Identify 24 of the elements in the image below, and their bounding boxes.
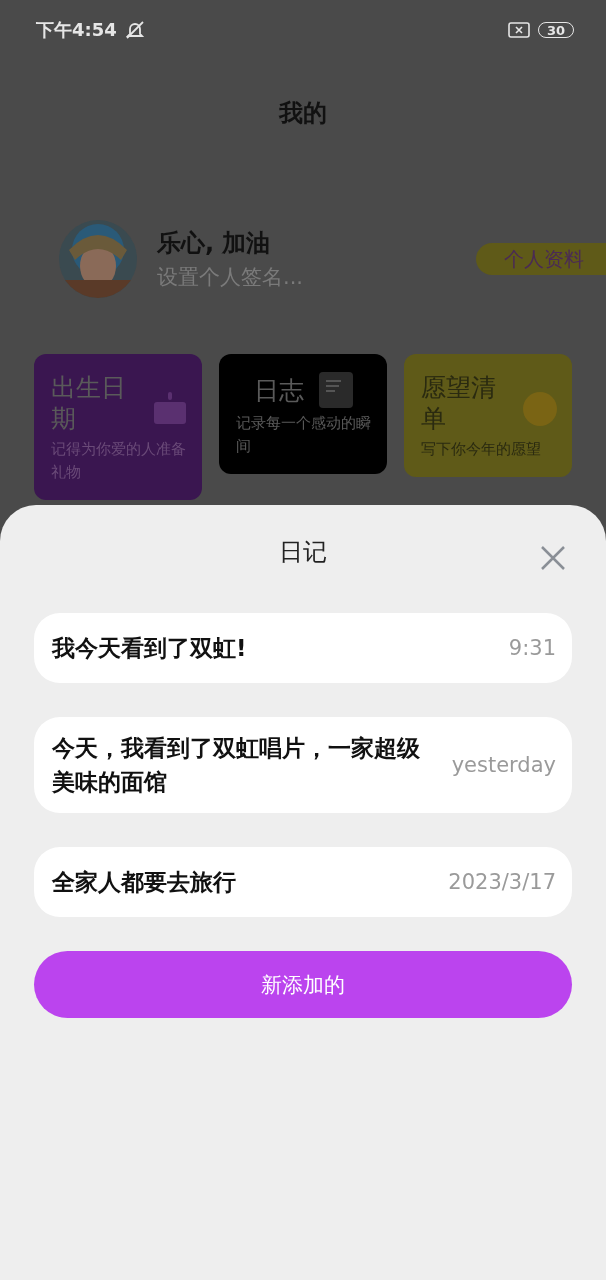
close-icon[interactable]: [540, 545, 566, 571]
entry-time: 9:31: [508, 636, 556, 660]
card-subtitle: 记录每一个感动的瞬间: [236, 413, 372, 457]
card-title: 出生日期: [51, 372, 127, 434]
note-icon: [319, 372, 353, 408]
sheet-title: 日记: [279, 537, 327, 568]
feature-card[interactable]: 日志 记录每一个感动的瞬间: [219, 354, 387, 474]
diary-entry[interactable]: 今天，我看到了双虹唱片，一家超级美味的面馆 yesterday: [34, 717, 572, 813]
close-box-icon: [508, 22, 530, 38]
page-title: 我的: [279, 98, 327, 129]
entry-text: 全家人都要去旅行: [52, 868, 237, 897]
profile-name: 乐心, 加油: [157, 228, 272, 259]
diary-entry[interactable]: 我今天看到了双虹! 9:31: [34, 613, 572, 683]
coin-icon: [522, 391, 558, 427]
diary-entry[interactable]: 全家人都要去旅行 2023/3/17: [34, 847, 572, 917]
entry-text: 我今天看到了双虹!: [52, 634, 248, 663]
card-title: 日志: [253, 374, 304, 406]
status-time: 下午4:54: [36, 18, 117, 42]
entry-time: yesterday: [451, 753, 556, 777]
bell-off-icon: [124, 20, 145, 40]
entry-time: 2023/3/17: [448, 870, 556, 894]
add-button[interactable]: 新添加的: [34, 951, 572, 1018]
cake-icon: [152, 390, 188, 426]
entry-text: 今天，我看到了双虹唱片，一家超级美味的面馆: [52, 734, 421, 797]
